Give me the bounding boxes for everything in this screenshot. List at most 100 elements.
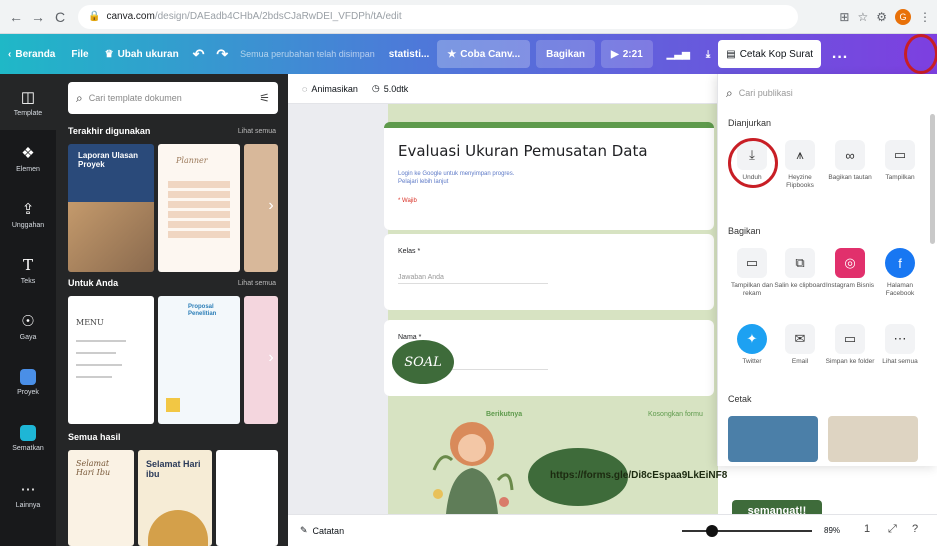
zoom-slider[interactable] xyxy=(682,530,812,532)
all-results-title: Semua hasil xyxy=(68,432,121,442)
rail-styles[interactable]: ☉ Gaya xyxy=(0,298,56,354)
email-label: Email xyxy=(791,358,809,365)
notes-button[interactable]: ✎ Catatan xyxy=(300,525,344,536)
puzzle-icon[interactable]: ⚙ xyxy=(876,10,887,24)
redo-icon[interactable]: ↷ xyxy=(210,46,234,63)
publish-search-input[interactable]: ⌕ Cari publikasi xyxy=(726,80,926,106)
try-canva-label: Coba Canv... xyxy=(460,48,521,60)
fullscreen-icon[interactable]: ⤢ xyxy=(888,523,897,536)
template-thumbnail[interactable]: Proposal Penelitian xyxy=(158,296,240,424)
template-thumbnail[interactable]: Planner xyxy=(158,144,240,272)
share-link-button[interactable]: ∞ Bagikan tautan xyxy=(824,140,876,182)
template-thumbnail[interactable]: Selamat Hari Ibu xyxy=(68,450,134,546)
address-bar[interactable]: 🔒 canva.com /design/DAEadb4CHbA/2bdsCJaR… xyxy=(78,4,798,29)
instagram-icon: ◎ xyxy=(835,248,865,278)
reload-icon[interactable]: C xyxy=(50,7,70,27)
undo-icon[interactable]: ↶ xyxy=(187,46,211,63)
bookmark-icon[interactable]: ☆ xyxy=(857,10,868,24)
facebook-icon: f xyxy=(885,248,915,278)
rail-more[interactable]: ⋯ Lainnya xyxy=(0,466,56,522)
home-button[interactable]: ‹ Beranda xyxy=(0,49,63,60)
rail-projects[interactable]: Proyek xyxy=(0,354,56,410)
page-count-button[interactable]: 1 xyxy=(864,523,870,535)
file-menu[interactable]: File xyxy=(63,49,96,60)
download-top-icon[interactable]: ⤓ xyxy=(698,49,718,60)
instagram-button[interactable]: ◎ Instagram Bisnis xyxy=(824,248,876,290)
more-options-button[interactable]: ... xyxy=(827,40,853,68)
form-link-text[interactable]: https://forms.gle/Di8cEspaa9LkEiNF8 xyxy=(550,470,727,481)
more-icon: ⋯ xyxy=(20,480,36,498)
menu-line xyxy=(76,376,112,378)
present-button[interactable]: ▶ 2:21 xyxy=(601,40,653,68)
rail-text[interactable]: T Teks xyxy=(0,242,56,298)
duration-button[interactable]: ◷ 5.0dtk xyxy=(372,83,408,94)
rail-elements[interactable]: ❖ Elemen xyxy=(0,130,56,186)
recent-see-all-link[interactable]: Lihat semua xyxy=(238,128,276,135)
copy-button[interactable]: ⧉ Salin ke clipboard xyxy=(774,248,826,290)
template-thumbnail[interactable]: Selamat Hari ibu xyxy=(138,450,212,546)
template-search-input[interactable]: ⌕ Cari template dokumen ⚟ xyxy=(68,82,278,114)
answer-field[interactable]: Jawaban Anda xyxy=(398,274,548,284)
thumbnail-title: Selamat Hari Ibu xyxy=(76,459,111,477)
template-thumbnail[interactable]: Laporan Ulasan Proyek xyxy=(68,144,154,272)
link-icon: ∞ xyxy=(835,140,865,170)
forward-icon[interactable]: → xyxy=(28,7,48,27)
present-label: Tampilkan xyxy=(885,174,915,181)
email-button[interactable]: ✉ Email xyxy=(774,324,826,366)
menu-line xyxy=(76,340,126,342)
for-you-see-all-link[interactable]: Lihat semua xyxy=(238,280,276,287)
present-icon: ▭ xyxy=(885,140,915,170)
rail-uploads[interactable]: ⇪ Unggahan xyxy=(0,186,56,242)
rail-templates[interactable]: ◫ Template xyxy=(0,74,56,130)
search-icon: ⌕ xyxy=(726,85,733,100)
back-icon[interactable]: ← xyxy=(6,7,26,27)
thumbnail-title: Proposal Penelitian xyxy=(188,304,217,317)
share-button[interactable]: Bagikan xyxy=(536,40,596,68)
share-menu: ⌕ Cari publikasi Dianjurkan ⤓ Unduh ⩚ He… xyxy=(717,74,937,466)
share-section-title: Bagikan xyxy=(728,226,761,236)
print-product-thumbnail[interactable] xyxy=(828,416,918,462)
template-thumbnail[interactable] xyxy=(216,450,278,546)
print-product-thumbnail[interactable] xyxy=(728,416,818,462)
avatar[interactable]: G xyxy=(895,8,911,25)
filter-icon[interactable]: ⚟ xyxy=(259,91,270,105)
heyzine-button[interactable]: ⩚ Heyzine Flipbooks xyxy=(774,140,826,190)
form-learn-more-link[interactable]: Pelajari lebih lanjut xyxy=(398,178,514,186)
try-canva-pro-button[interactable]: ★ Coba Canv... xyxy=(437,40,531,68)
see-all-button[interactable]: ⋯ Lihat semua xyxy=(874,324,926,366)
highlight-circle-more xyxy=(904,34,937,74)
chevron-left-icon: ‹ xyxy=(8,48,12,60)
rail-label: Elemen xyxy=(16,165,40,173)
upload-icon: ⇪ xyxy=(21,200,35,218)
clear-form-link[interactable]: Kosongkan formu xyxy=(648,411,703,418)
thumbnail-title: Planner xyxy=(176,156,208,165)
form-login-text: Login ke Google untuk menyimpan progres. xyxy=(398,171,515,177)
menu-icon[interactable]: ⋮ xyxy=(919,10,931,24)
url-path: /design/DAEadb4CHbA/2bdsCJaRwDEI_VFDPh/t… xyxy=(154,11,402,22)
insights-icon[interactable]: ▁▃▅ xyxy=(659,49,698,60)
star-icon: ★ xyxy=(447,48,457,60)
present-option-button[interactable]: ▭ Tampilkan xyxy=(874,140,926,182)
present-time: 2:21 xyxy=(622,48,643,60)
template-thumbnail[interactable]: MENU xyxy=(68,296,154,424)
record-button[interactable]: ▭ Tampilkan dan rekam xyxy=(726,248,778,298)
print-letterhead-button[interactable]: ▤ Cetak Kop Surat xyxy=(718,40,822,68)
document-title[interactable]: statisti... xyxy=(381,49,438,60)
facebook-button[interactable]: f Halaman Facebook xyxy=(874,248,926,298)
zoom-level[interactable]: 89% xyxy=(824,526,840,535)
twitter-button[interactable]: ✦ Twitter xyxy=(726,324,778,366)
editor-header: ‹ Beranda File ♛ Ubah ukuran ↶ ↷ Semua p… xyxy=(0,34,937,74)
help-icon[interactable]: ? xyxy=(912,523,918,535)
chevron-right-icon[interactable]: › xyxy=(262,340,280,376)
extension-icon[interactable]: ⊞ xyxy=(839,10,849,24)
thumbnail-photo xyxy=(68,201,154,272)
more-icon: ⋯ xyxy=(885,324,915,354)
menu-scrollbar[interactable] xyxy=(930,114,935,244)
resize-button[interactable]: ♛ Ubah ukuran xyxy=(97,49,187,60)
zoom-slider-handle[interactable] xyxy=(706,525,718,537)
save-folder-button[interactable]: ▭ Simpan ke folder xyxy=(824,324,876,366)
print-label: Cetak Kop Surat xyxy=(739,48,814,60)
chevron-right-icon[interactable]: › xyxy=(262,188,280,224)
animate-button[interactable]: ◌ Animasikan xyxy=(302,84,358,94)
rail-embed[interactable]: Sematkan xyxy=(0,410,56,466)
